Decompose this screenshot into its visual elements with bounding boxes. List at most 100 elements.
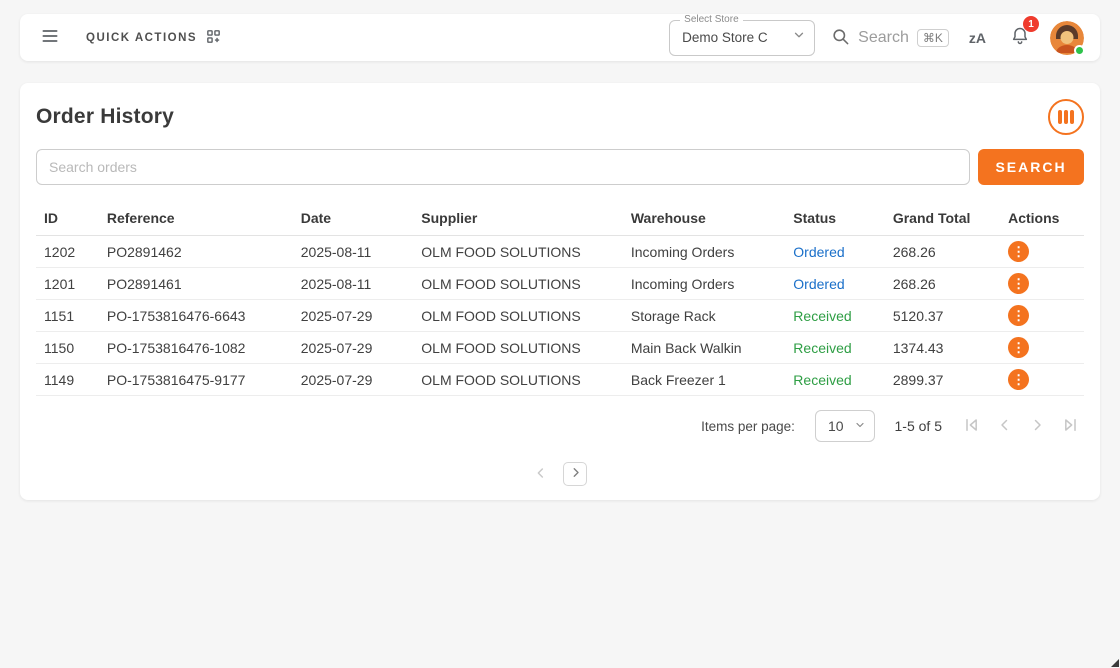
last-page-button[interactable]	[1060, 415, 1080, 438]
chevron-down-icon	[792, 28, 806, 47]
col-date: Date	[293, 201, 414, 236]
items-per-page-value: 10	[828, 418, 844, 434]
cell-grand-total: 268.26	[885, 268, 1000, 300]
quick-actions-button[interactable]: QUICK ACTIONS	[86, 28, 222, 48]
hamburger-icon	[40, 26, 60, 49]
cell-warehouse: Incoming Orders	[623, 236, 785, 268]
col-grand-total: Grand Total	[885, 201, 1000, 236]
cell-warehouse: Storage Rack	[623, 300, 785, 332]
ellipsis-icon: ⋮	[1012, 245, 1025, 258]
columns-settings-button[interactable]	[1048, 99, 1084, 135]
keyboard-shortcut-badge: ⌘K	[917, 29, 949, 47]
col-supplier: Supplier	[413, 201, 623, 236]
topbar-right: Select Store Demo Store C Search ⌘K zA 1	[669, 20, 1084, 56]
row-actions-button[interactable]: ⋮	[1008, 369, 1029, 390]
table-row: 1150PO-1753816476-10822025-07-29OLM FOOD…	[36, 332, 1084, 364]
notification-badge: 1	[1023, 16, 1039, 32]
row-actions-button[interactable]: ⋮	[1008, 273, 1029, 294]
row-actions-button[interactable]: ⋮	[1008, 305, 1029, 326]
col-id: ID	[36, 201, 99, 236]
orders-search-input[interactable]	[36, 149, 970, 185]
cell-grand-total: 2899.37	[885, 364, 1000, 396]
range-label: 1-5 of 5	[895, 418, 942, 434]
cell-date: 2025-07-29	[293, 332, 414, 364]
pager-next-button[interactable]	[563, 462, 587, 486]
cell-id: 1149	[36, 364, 99, 396]
chevron-left-icon	[533, 465, 549, 484]
pager-prev-button[interactable]	[533, 465, 549, 484]
notifications-button[interactable]: 1	[1006, 22, 1034, 53]
translate-button[interactable]: zA	[965, 26, 990, 50]
col-actions: Actions	[1000, 201, 1084, 236]
col-warehouse: Warehouse	[623, 201, 785, 236]
table-row: 1151PO-1753816476-66432025-07-29OLM FOOD…	[36, 300, 1084, 332]
cell-status: Received	[785, 332, 885, 364]
row-actions-button[interactable]: ⋮	[1008, 241, 1029, 262]
scroll-corner	[1111, 659, 1119, 667]
status-badge: Received	[793, 340, 851, 356]
status-badge: Received	[793, 308, 851, 324]
store-select-label: Select Store	[680, 14, 742, 25]
cell-date: 2025-08-11	[293, 268, 414, 300]
chevron-right-icon	[568, 465, 583, 483]
col-status: Status	[785, 201, 885, 236]
cell-supplier: OLM FOOD SOLUTIONS	[413, 364, 623, 396]
avatar-button[interactable]	[1050, 21, 1084, 55]
row-actions-button[interactable]: ⋮	[1008, 337, 1029, 358]
cell-reference: PO2891462	[99, 236, 293, 268]
pagination-nav	[962, 415, 1080, 438]
col-reference: Reference	[99, 201, 293, 236]
status-badge: Ordered	[793, 276, 844, 292]
cell-reference: PO-1753816476-1082	[99, 332, 293, 364]
table-row: 1149PO-1753816475-91772025-07-29OLM FOOD…	[36, 364, 1084, 396]
items-per-page-label: Items per page:	[701, 419, 795, 434]
cell-date: 2025-08-11	[293, 236, 414, 268]
order-history-card: Order History SEARCH IDReferenceDateSupp…	[20, 83, 1100, 500]
status-badge: Ordered	[793, 244, 844, 260]
cell-status: Ordered	[785, 236, 885, 268]
topbar: QUICK ACTIONS Select Store Demo Store C …	[20, 14, 1100, 61]
cell-warehouse: Main Back Walkin	[623, 332, 785, 364]
cell-status: Ordered	[785, 268, 885, 300]
cell-actions: ⋮	[1000, 236, 1084, 268]
cell-supplier: OLM FOOD SOLUTIONS	[413, 300, 623, 332]
cell-supplier: OLM FOOD SOLUTIONS	[413, 332, 623, 364]
cell-actions: ⋮	[1000, 268, 1084, 300]
menu-button[interactable]	[36, 22, 64, 53]
search-button[interactable]: SEARCH	[978, 149, 1084, 185]
first-page-icon	[962, 415, 982, 438]
cell-status: Received	[785, 300, 885, 332]
orders-search-row: SEARCH	[36, 149, 1084, 185]
cell-id: 1202	[36, 236, 99, 268]
cell-status: Received	[785, 364, 885, 396]
cell-grand-total: 5120.37	[885, 300, 1000, 332]
next-page-button[interactable]	[1028, 416, 1046, 437]
cell-reference: PO2891461	[99, 268, 293, 300]
first-page-button[interactable]	[962, 415, 982, 438]
prev-page-icon	[996, 416, 1014, 437]
store-select[interactable]: Select Store Demo Store C	[669, 20, 815, 56]
cell-id: 1150	[36, 332, 99, 364]
cell-date: 2025-07-29	[293, 300, 414, 332]
ellipsis-icon: ⋮	[1012, 277, 1025, 290]
columns-icon	[1058, 110, 1074, 124]
cell-actions: ⋮	[1000, 332, 1084, 364]
table-pagination: Items per page: 10 1-5 of 5	[36, 396, 1084, 454]
ellipsis-icon: ⋮	[1012, 373, 1025, 386]
page-title: Order History	[36, 105, 174, 129]
ellipsis-icon: ⋮	[1012, 341, 1025, 354]
search-icon	[831, 27, 850, 49]
table-row: 1202PO28914622025-08-11OLM FOOD SOLUTION…	[36, 236, 1084, 268]
cell-supplier: OLM FOOD SOLUTIONS	[413, 236, 623, 268]
global-search-button[interactable]: Search ⌘K	[831, 27, 949, 49]
orders-table: IDReferenceDateSupplierWarehouseStatusGr…	[36, 201, 1084, 396]
apps-grid-icon	[205, 28, 222, 48]
cell-id: 1201	[36, 268, 99, 300]
search-label: Search	[858, 29, 909, 47]
cell-id: 1151	[36, 300, 99, 332]
quick-actions-label: QUICK ACTIONS	[86, 32, 197, 44]
cell-grand-total: 268.26	[885, 236, 1000, 268]
items-per-page-select[interactable]: 10	[815, 410, 875, 442]
prev-page-button[interactable]	[996, 416, 1014, 437]
online-status-dot	[1074, 45, 1085, 56]
